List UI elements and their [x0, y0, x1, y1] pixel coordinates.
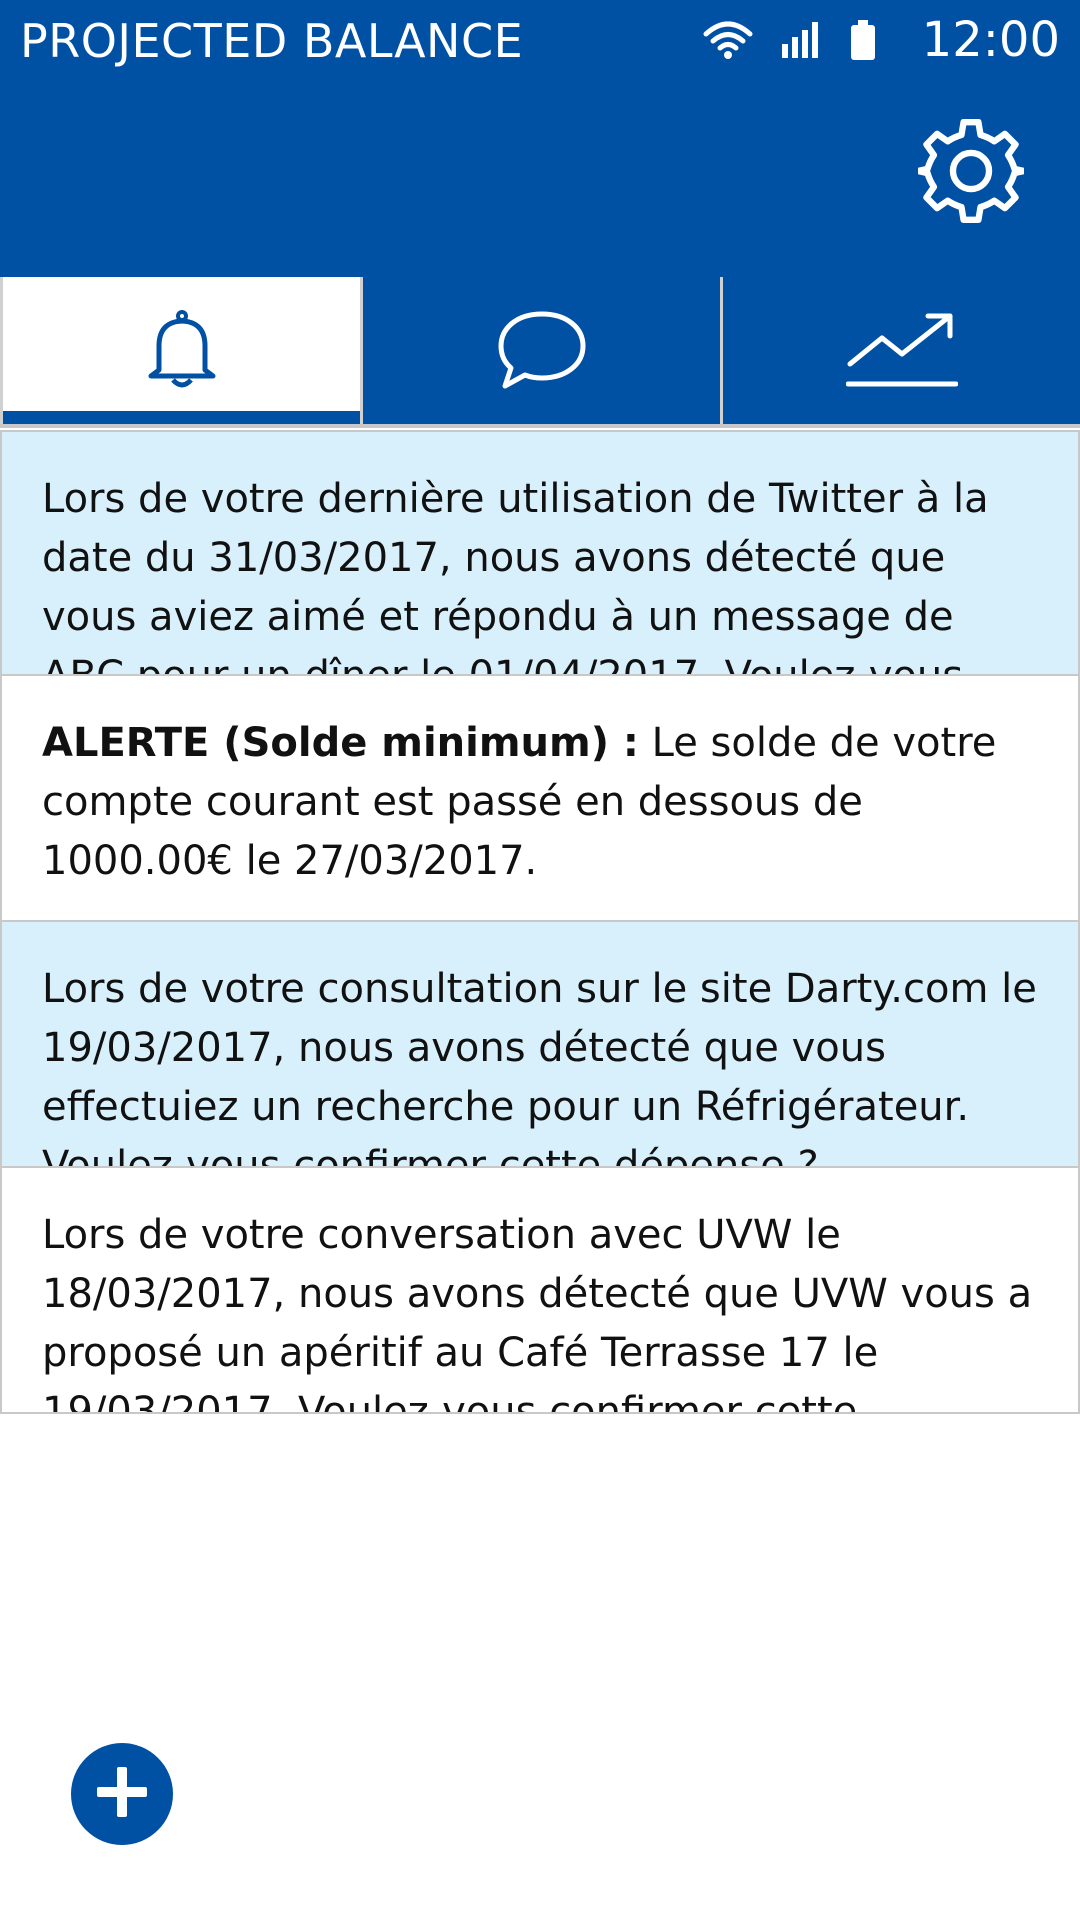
add-button[interactable]	[71, 1743, 173, 1845]
chat-bubble-icon	[497, 310, 587, 394]
notification-card-alert[interactable]: ALERTE (Solde minimum) : Le solde de vot…	[0, 676, 1080, 922]
notification-card-uvw[interactable]: Lors de votre conversation avec UVW le 1…	[0, 1168, 1080, 1414]
plus-icon	[95, 1765, 149, 1823]
app-title: PROJECTED BALANCE	[20, 14, 524, 68]
status-time: 12:00	[921, 12, 1060, 68]
notification-card-darty[interactable]: Lors de votre consultation sur le site D…	[0, 922, 1080, 1168]
wifi-icon	[702, 20, 754, 60]
tab-notifications[interactable]	[0, 277, 360, 427]
tab-messages[interactable]	[360, 277, 720, 427]
notification-title: ALERTE (Solde minimum) :	[42, 720, 639, 766]
app-header: PROJECTED BALANCE 12:00	[0, 0, 1080, 277]
notification-list: Lors de votre dernière utilisation de Tw…	[0, 430, 1080, 1414]
app-screen: PROJECTED BALANCE 12:00 Lors de votre de…	[0, 0, 1080, 1920]
notification-text: Lors de votre dernière utilisation de Tw…	[42, 476, 989, 676]
tab-projection[interactable]	[720, 277, 1080, 427]
bell-icon	[145, 310, 219, 394]
tab-divider	[0, 424, 1080, 428]
trend-chart-icon	[845, 310, 958, 394]
battery-icon	[850, 20, 876, 60]
status-bar: 12:00	[702, 10, 1060, 70]
notification-text: Lors de votre consultation sur le site D…	[42, 966, 1037, 1168]
gear-icon[interactable]	[914, 118, 1028, 224]
notification-text: Lors de votre conversation avec UVW le 1…	[42, 1212, 1033, 1414]
notification-card-twitter[interactable]: Lors de votre dernière utilisation de Tw…	[0, 430, 1080, 676]
signal-icon	[781, 22, 822, 58]
tab-bar	[0, 277, 1080, 427]
